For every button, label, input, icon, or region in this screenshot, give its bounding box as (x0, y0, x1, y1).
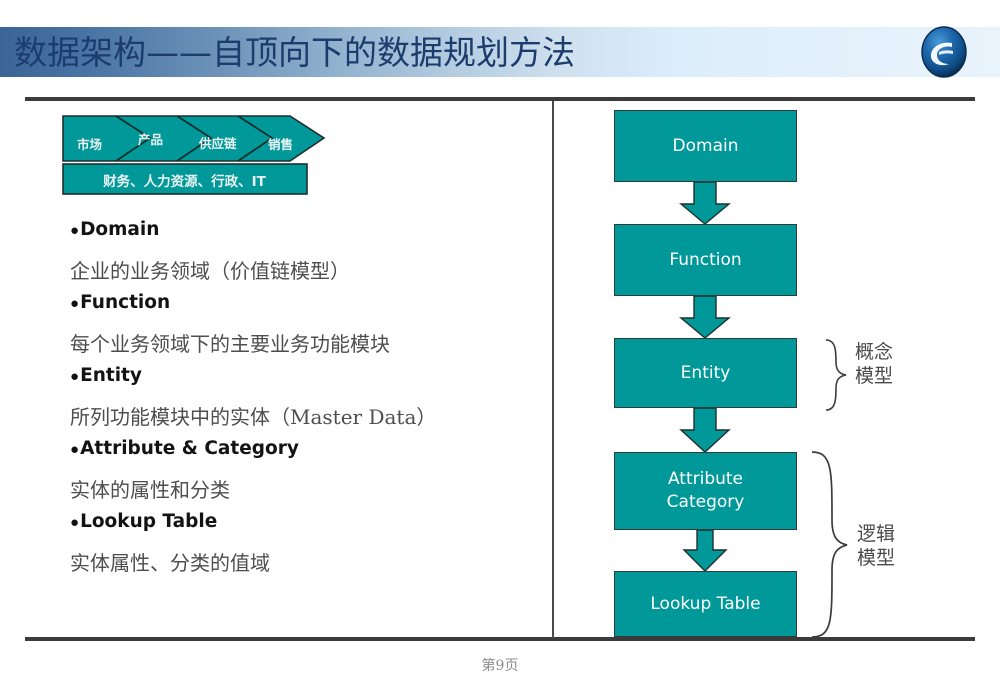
definition-desc-entity: 所列功能模块中的实体（Master Data） (70, 405, 437, 429)
page-title: 数据架构——自顶向下的数据规划方法 (14, 33, 575, 72)
bullet-dot-icon: ● (70, 295, 80, 312)
value-chain-segment-product: 产品 (138, 132, 164, 147)
list-item: ● Lookup Table (70, 511, 540, 542)
list-item: ● Domain (70, 219, 540, 250)
arrow-function-to-entity (679, 295, 731, 339)
company-logo-icon (918, 26, 970, 78)
definition-term-entity: Entity (80, 365, 142, 386)
arrow-attribute-to-lookup (682, 529, 728, 572)
value-chain-segment-market: 市场 (77, 137, 103, 152)
annotation-conceptual-line1: 概念 (855, 341, 894, 363)
flow-box-function[interactable]: Function (614, 224, 797, 296)
bullet-dot-icon: ● (70, 514, 80, 531)
brace-logical-model (811, 451, 848, 638)
flow-box-attribute-category[interactable]: Attribute Category (614, 452, 797, 530)
definition-term-domain: Domain (80, 219, 160, 240)
content-bottom-divider (25, 637, 975, 641)
value-chain-segment-sales: 销售 (268, 137, 294, 152)
definition-desc-domain: 企业的业务领域（价值链模型） (70, 259, 350, 283)
bullet-dot-icon: ● (70, 441, 80, 458)
flow-box-category-label: Category (666, 492, 745, 512)
annotation-logical-model: 逻辑 模型 (857, 522, 895, 571)
annotation-logical-line2: 模型 (857, 547, 896, 570)
flow-box-function-label: Function (669, 249, 742, 270)
brace-conceptual-model (825, 339, 847, 411)
definition-desc-attribute-category: 实体的属性和分类 (70, 478, 230, 502)
value-chain-segment-supplychain: 供应链 (199, 136, 237, 151)
flow-box-lookup-table[interactable]: Lookup Table (614, 571, 797, 637)
flow-box-lookup-label: Lookup Table (650, 593, 761, 614)
footer-page-number: 第9页 (481, 658, 519, 674)
annotation-logical-line1: 逻辑 (857, 523, 896, 545)
value-chain-support-row: 财务、人力资源、行政、IT (103, 174, 266, 190)
column-divider (552, 101, 554, 638)
list-item: ● Attribute & Category (70, 438, 540, 469)
bullet-dot-icon: ● (70, 222, 80, 239)
content-top-divider (25, 97, 975, 101)
definition-term-function: Function (80, 292, 171, 313)
flow-box-entity-label: Entity (680, 362, 731, 383)
bullet-dot-icon: ● (70, 368, 80, 385)
definition-desc-function: 每个业务领域下的主要业务功能模块 (70, 332, 390, 356)
definition-term-lookup-table: Lookup Table (80, 511, 218, 532)
list-item: ● Function (70, 292, 540, 323)
arrow-domain-to-function (679, 181, 731, 225)
definition-list: ● Domain 企业的业务领域（价值链模型） ● Function 每个业务领… (70, 219, 540, 584)
value-chain-diagram: 市场 产品 供应链 销售 财务、人力资源、行政、IT (62, 113, 330, 197)
flow-box-attribute-label: Attribute (667, 469, 744, 490)
flow-box-domain[interactable]: Domain (614, 110, 797, 182)
definition-term-attribute-category: Attribute & Category (80, 438, 299, 459)
flow-box-domain-label: Domain (672, 135, 739, 156)
flow-box-entity[interactable]: Entity (614, 338, 797, 408)
definition-desc-lookup-table: 实体属性、分类的值域 (70, 551, 270, 575)
annotation-conceptual-model: 概念 模型 (855, 340, 893, 389)
arrow-entity-to-attribute (679, 407, 731, 453)
annotation-conceptual-line2: 模型 (855, 365, 894, 388)
list-item: ● Entity (70, 365, 540, 396)
